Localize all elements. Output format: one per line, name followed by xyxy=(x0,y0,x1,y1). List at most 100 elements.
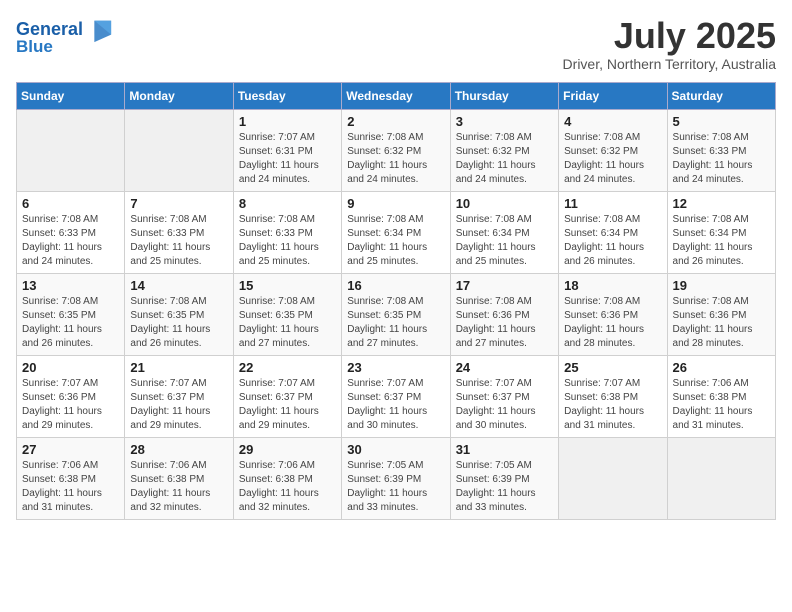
day-number: 25 xyxy=(564,360,662,375)
day-number: 17 xyxy=(456,278,554,293)
day-number: 30 xyxy=(347,442,445,457)
weekday-header: Monday xyxy=(125,82,233,109)
day-info: Sunrise: 7:06 AMSunset: 6:38 PMDaylight:… xyxy=(673,377,771,433)
calendar-week-row: 13 Sunrise: 7:08 AMSunset: 6:35 PMDayligh… xyxy=(17,273,776,355)
day-info: Sunrise: 7:08 AMSunset: 6:33 PMDaylight:… xyxy=(130,213,228,269)
calendar-cell: 31 Sunrise: 7:05 AMSunset: 6:39 PMDayligh… xyxy=(450,437,558,519)
calendar-cell: 15Sunrise: 7:08 AMSunset: 6:35 PMDayligh… xyxy=(233,273,341,355)
day-info: Sunrise: 7:08 AMSunset: 6:34 PMDaylight:… xyxy=(564,213,662,269)
calendar-cell: 20 Sunrise: 7:07 AMSunset: 6:36 PMDayligh… xyxy=(17,355,125,437)
calendar-cell: 23Sunrise: 7:07 AMSunset: 6:37 PMDayligh… xyxy=(342,355,450,437)
day-number: 28 xyxy=(130,442,228,457)
day-info: Sunrise: 7:07 AMSunset: 6:37 PMDaylight:… xyxy=(239,377,337,433)
day-info: Sunrise: 7:08 AMSunset: 6:36 PMDaylight:… xyxy=(564,295,662,351)
calendar-cell: 19Sunrise: 7:08 AMSunset: 6:36 PMDayligh… xyxy=(667,273,775,355)
day-number: 11 xyxy=(564,196,662,211)
day-number: 9 xyxy=(347,196,445,211)
day-info: Sunrise: 7:08 AMSunset: 6:32 PMDaylight:… xyxy=(456,131,554,187)
day-info: Sunrise: 7:08 AMSunset: 6:35 PMDaylight:… xyxy=(239,295,337,351)
day-number: 26 xyxy=(673,360,771,375)
location-title: Driver, Northern Territory, Australia xyxy=(563,56,776,72)
calendar-cell: 25 Sunrise: 7:07 AMSunset: 6:38 PMDayligh… xyxy=(559,355,667,437)
day-info: Sunrise: 7:08 AMSunset: 6:33 PMDaylight:… xyxy=(239,213,337,269)
day-info: Sunrise: 7:06 AMSunset: 6:38 PMDaylight:… xyxy=(22,459,120,515)
calendar-cell: 26 Sunrise: 7:06 AMSunset: 6:38 PMDayligh… xyxy=(667,355,775,437)
day-number: 1 xyxy=(239,114,337,129)
day-info: Sunrise: 7:07 AMSunset: 6:38 PMDaylight:… xyxy=(564,377,662,433)
calendar-week-row: 1 Sunrise: 7:07 AMSunset: 6:31 PMDaylight… xyxy=(17,109,776,191)
day-info: Sunrise: 7:07 AMSunset: 6:37 PMDaylight:… xyxy=(456,377,554,433)
calendar-cell xyxy=(17,109,125,191)
day-info: Sunrise: 7:05 AMSunset: 6:39 PMDaylight:… xyxy=(347,459,445,515)
calendar-cell: 22 Sunrise: 7:07 AMSunset: 6:37 PMDayligh… xyxy=(233,355,341,437)
calendar-week-row: 6 Sunrise: 7:08 AMSunset: 6:33 PMDaylight… xyxy=(17,191,776,273)
calendar-cell: 4 Sunrise: 7:08 AMSunset: 6:32 PMDaylight… xyxy=(559,109,667,191)
day-info: Sunrise: 7:08 AMSunset: 6:34 PMDaylight:… xyxy=(673,213,771,269)
day-info: Sunrise: 7:07 AMSunset: 6:31 PMDaylight:… xyxy=(239,131,337,187)
logo: General Blue xyxy=(16,16,113,57)
day-number: 20 xyxy=(22,360,120,375)
day-number: 10 xyxy=(456,196,554,211)
day-number: 6 xyxy=(22,196,120,211)
day-number: 13 xyxy=(22,278,120,293)
month-title: July 2025 xyxy=(563,16,776,56)
day-number: 7 xyxy=(130,196,228,211)
calendar-cell: 17Sunrise: 7:08 AMSunset: 6:36 PMDayligh… xyxy=(450,273,558,355)
day-number: 24 xyxy=(456,360,554,375)
day-number: 16 xyxy=(347,278,445,293)
calendar-cell: 18 Sunrise: 7:08 AMSunset: 6:36 PMDayligh… xyxy=(559,273,667,355)
weekday-header: Wednesday xyxy=(342,82,450,109)
calendar-cell xyxy=(559,437,667,519)
weekday-header: Friday xyxy=(559,82,667,109)
calendar-cell: 6 Sunrise: 7:08 AMSunset: 6:33 PMDaylight… xyxy=(17,191,125,273)
calendar-cell: 3 Sunrise: 7:08 AMSunset: 6:32 PMDaylight… xyxy=(450,109,558,191)
calendar-cell: 1 Sunrise: 7:07 AMSunset: 6:31 PMDaylight… xyxy=(233,109,341,191)
calendar-cell: 12Sunrise: 7:08 AMSunset: 6:34 PMDayligh… xyxy=(667,191,775,273)
day-number: 2 xyxy=(347,114,445,129)
day-number: 22 xyxy=(239,360,337,375)
day-number: 5 xyxy=(673,114,771,129)
day-info: Sunrise: 7:07 AMSunset: 6:36 PMDaylight:… xyxy=(22,377,120,433)
calendar-cell: 10 Sunrise: 7:08 AMSunset: 6:34 PMDayligh… xyxy=(450,191,558,273)
calendar-cell: 16Sunrise: 7:08 AMSunset: 6:35 PMDayligh… xyxy=(342,273,450,355)
day-number: 29 xyxy=(239,442,337,457)
day-info: Sunrise: 7:05 AMSunset: 6:39 PMDaylight:… xyxy=(456,459,554,515)
weekday-header: Sunday xyxy=(17,82,125,109)
calendar-cell: 14 Sunrise: 7:08 AMSunset: 6:35 PMDayligh… xyxy=(125,273,233,355)
calendar-cell: 5 Sunrise: 7:08 AMSunset: 6:33 PMDaylight… xyxy=(667,109,775,191)
day-number: 4 xyxy=(564,114,662,129)
calendar-header-row: SundayMondayTuesdayWednesdayThursdayFrid… xyxy=(17,82,776,109)
day-number: 31 xyxy=(456,442,554,457)
calendar-cell: 24 Sunrise: 7:07 AMSunset: 6:37 PMDayligh… xyxy=(450,355,558,437)
day-number: 8 xyxy=(239,196,337,211)
calendar-cell xyxy=(667,437,775,519)
day-info: Sunrise: 7:08 AMSunset: 6:32 PMDaylight:… xyxy=(564,131,662,187)
calendar-week-row: 27Sunrise: 7:06 AMSunset: 6:38 PMDayligh… xyxy=(17,437,776,519)
weekday-header: Tuesday xyxy=(233,82,341,109)
calendar-table: SundayMondayTuesdayWednesdayThursdayFrid… xyxy=(16,82,776,520)
day-info: Sunrise: 7:08 AMSunset: 6:34 PMDaylight:… xyxy=(456,213,554,269)
day-number: 23 xyxy=(347,360,445,375)
day-number: 18 xyxy=(564,278,662,293)
title-block: July 2025 Driver, Northern Territory, Au… xyxy=(563,16,776,72)
day-info: Sunrise: 7:08 AMSunset: 6:33 PMDaylight:… xyxy=(673,131,771,187)
calendar-cell: 11 Sunrise: 7:08 AMSunset: 6:34 PMDayligh… xyxy=(559,191,667,273)
day-number: 3 xyxy=(456,114,554,129)
weekday-header: Thursday xyxy=(450,82,558,109)
calendar-cell: 8 Sunrise: 7:08 AMSunset: 6:33 PMDaylight… xyxy=(233,191,341,273)
calendar-cell: 30 Sunrise: 7:05 AMSunset: 6:39 PMDayligh… xyxy=(342,437,450,519)
weekday-header: Saturday xyxy=(667,82,775,109)
calendar-cell: 27Sunrise: 7:06 AMSunset: 6:38 PMDayligh… xyxy=(17,437,125,519)
calendar-cell: 7 Sunrise: 7:08 AMSunset: 6:33 PMDaylight… xyxy=(125,191,233,273)
page-header: General Blue July 2025 Driver, Northern … xyxy=(16,16,776,72)
day-info: Sunrise: 7:08 AMSunset: 6:33 PMDaylight:… xyxy=(22,213,120,269)
day-info: Sunrise: 7:08 AMSunset: 6:34 PMDaylight:… xyxy=(347,213,445,269)
day-info: Sunrise: 7:08 AMSunset: 6:32 PMDaylight:… xyxy=(347,131,445,187)
calendar-cell xyxy=(125,109,233,191)
day-info: Sunrise: 7:07 AMSunset: 6:37 PMDaylight:… xyxy=(130,377,228,433)
calendar-cell: 21Sunrise: 7:07 AMSunset: 6:37 PMDayligh… xyxy=(125,355,233,437)
day-info: Sunrise: 7:08 AMSunset: 6:35 PMDaylight:… xyxy=(130,295,228,351)
day-number: 14 xyxy=(130,278,228,293)
day-info: Sunrise: 7:06 AMSunset: 6:38 PMDaylight:… xyxy=(239,459,337,515)
calendar-cell: 2 Sunrise: 7:08 AMSunset: 6:32 PMDaylight… xyxy=(342,109,450,191)
